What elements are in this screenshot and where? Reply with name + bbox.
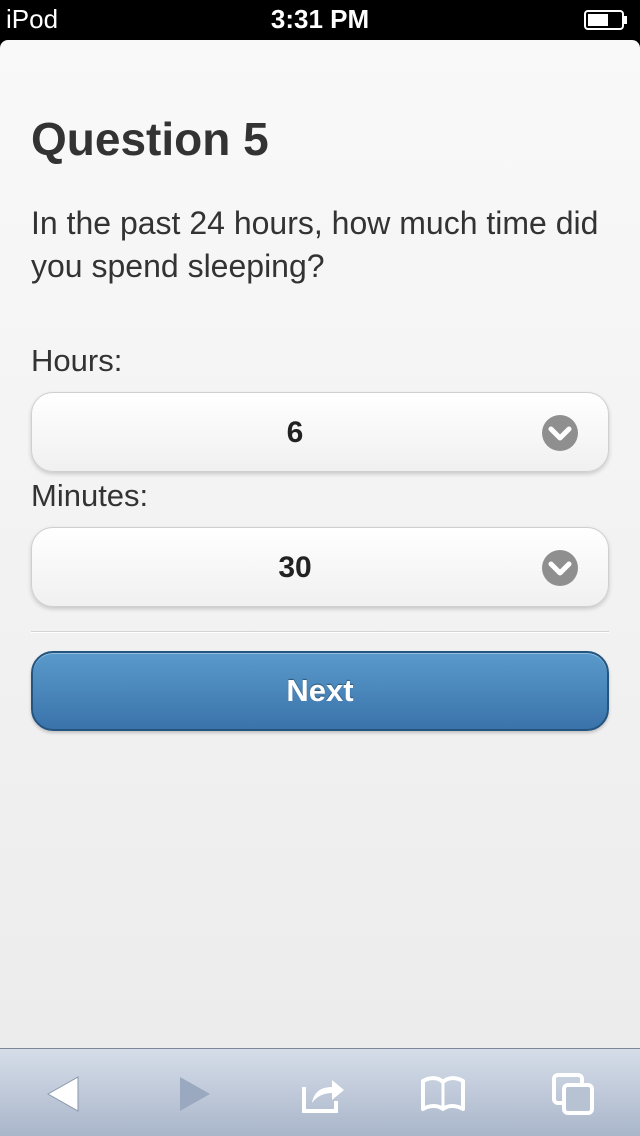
chevron-down-icon [542,415,578,451]
battery-icon [584,10,627,30]
next-button[interactable]: Next [31,651,609,731]
hours-label: Hours: [31,343,123,378]
bookmarks-icon [421,1076,465,1111]
minutes-select[interactable]: 30 [31,527,609,607]
chevron-down-icon [542,550,578,586]
tabs-button[interactable] [528,1049,618,1136]
back-icon [46,1076,79,1112]
back-button[interactable] [20,1049,110,1136]
minutes-value: 30 [278,551,312,584]
status-bar: iPod 3:31 PM [0,0,640,40]
share-button[interactable] [278,1049,368,1136]
share-icon [302,1080,344,1113]
minutes-label: Minutes: [31,478,149,513]
tabs-icon [552,1073,594,1115]
status-time: 3:31 PM [270,4,370,34]
browser-toolbar [0,1048,640,1136]
page-title: Question 5 [31,113,269,165]
question-prompt: In the past 24 hours, how much time did … [31,205,599,284]
hours-value: 6 [286,416,304,449]
page-content: Question 5 In the past 24 hours, how muc… [0,40,640,1048]
forward-button[interactable] [148,1049,238,1136]
divider [31,631,609,633]
forward-icon [180,1077,210,1111]
hours-select[interactable]: 6 [31,392,609,472]
bookmarks-button[interactable] [398,1049,488,1136]
